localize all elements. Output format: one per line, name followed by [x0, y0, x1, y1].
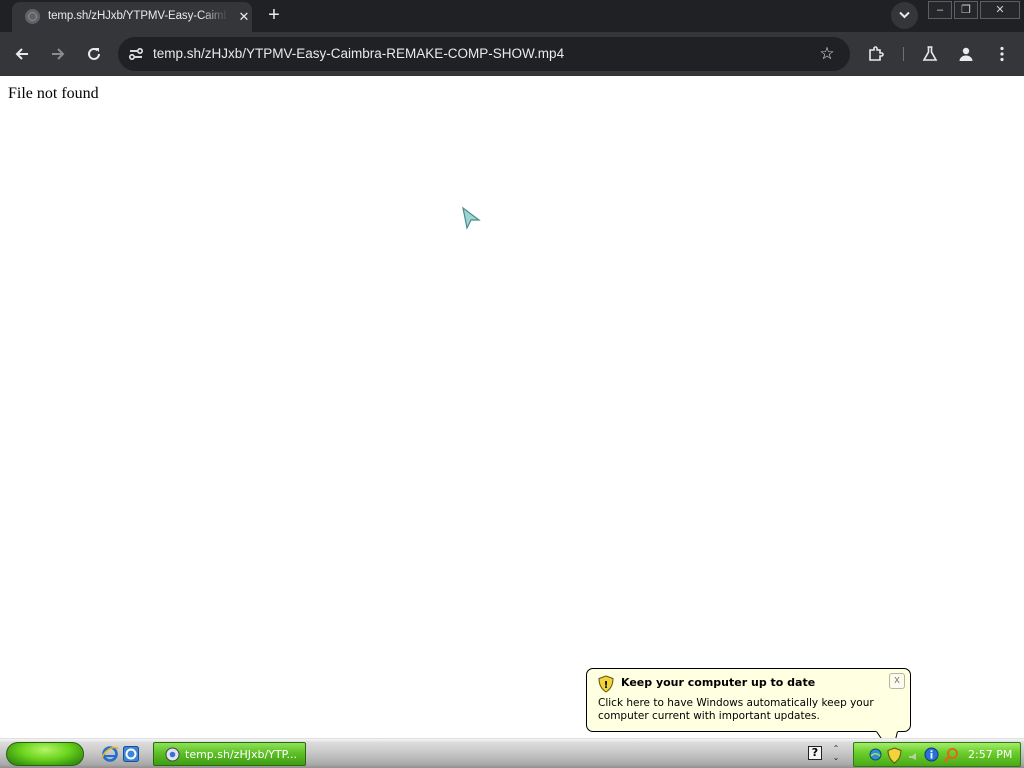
globe-icon	[25, 9, 40, 24]
clock[interactable]: 2:57 PM	[968, 748, 1012, 761]
page-content: File not found	[0, 76, 1024, 738]
extensions-button[interactable]	[862, 40, 890, 68]
reload-icon	[88, 47, 100, 60]
address-bar[interactable]: temp.sh/zHJxb/YTPMV-Easy-Caimbra-REMAKE-…	[118, 37, 850, 71]
internet-explorer-icon[interactable]	[101, 745, 119, 763]
forward-icon	[52, 48, 65, 60]
security-shield-icon[interactable]	[887, 747, 902, 764]
taskbar-window-button[interactable]: temp.sh/zHJxb/YTP...	[153, 742, 306, 766]
mouse-cursor-icon	[462, 206, 481, 230]
taskbar-window-label: temp.sh/zHJxb/YTP...	[185, 748, 298, 761]
new-tab-button[interactable]: +	[262, 3, 286, 27]
close-window-button[interactable]: ✕	[980, 1, 1020, 19]
info-icon[interactable]	[924, 747, 939, 762]
back-icon	[15, 48, 28, 60]
profile-button[interactable]	[952, 40, 980, 68]
forward-button[interactable]	[44, 40, 72, 68]
tab-search-button[interactable]	[891, 2, 918, 29]
site-info-icon[interactable]	[127, 45, 145, 63]
reload-button[interactable]	[80, 40, 108, 68]
extensions-icon	[869, 46, 884, 61]
balloon-title: Keep your computer up to date	[621, 676, 816, 689]
balloon-message[interactable]: Click here to have Windows automatically…	[598, 697, 903, 723]
labs-button[interactable]	[916, 40, 944, 68]
balloon-close-button[interactable]: x	[889, 673, 905, 689]
tab-title: temp.sh/zHJxb/YTPMV-Easy-Caimbra-REMAKE-…	[48, 10, 228, 22]
chrome-icon	[165, 747, 180, 762]
network-icon[interactable]	[868, 747, 883, 762]
tray-scroll-arrows-icon[interactable]: ⌃ ⌄	[830, 744, 842, 762]
tab-strip: temp.sh/zHJxb/YTPMV-Easy-Caimbra-REMAKE-…	[0, 0, 1024, 32]
browser-toolbar: temp.sh/zHJxb/YTPMV-Easy-Caimbra-REMAKE-…	[0, 32, 1024, 76]
taskbar: temp.sh/zHJxb/YTP... ? ⌃ ⌄ 2:57 PM	[0, 738, 1024, 768]
update-notification-balloon[interactable]: ! Keep your computer up to date x Click …	[586, 668, 911, 732]
file-not-found-message: File not found	[8, 85, 99, 102]
url-text[interactable]: temp.sh/zHJxb/YTPMV-Easy-Caimbra-REMAKE-…	[153, 46, 564, 61]
menu-button[interactable]	[988, 40, 1016, 68]
window-controls: – ❐ ✕	[928, 1, 1020, 19]
minimize-button[interactable]: –	[928, 1, 952, 19]
outlook-express-icon[interactable]	[122, 745, 140, 763]
security-shield-icon: !	[598, 675, 614, 693]
chevron-down-icon	[899, 11, 910, 19]
menu-icon	[1000, 46, 1004, 62]
tab-close-icon[interactable]: ✕	[235, 8, 253, 26]
back-button[interactable]	[8, 40, 36, 68]
profile-icon	[959, 47, 973, 61]
labs-icon	[922, 46, 938, 61]
svg-text:!: !	[604, 680, 609, 691]
star-icon[interactable]: ☆	[816, 43, 838, 65]
speaker-icon[interactable]	[908, 747, 918, 762]
help-icon[interactable]: ?	[808, 746, 822, 760]
start-button[interactable]	[6, 742, 84, 766]
system-tray: 2:57 PM	[853, 742, 1021, 767]
browser-tab[interactable]: temp.sh/zHJxb/YTPMV-Easy-Caimbra-REMAKE-…	[12, 2, 252, 32]
toolbar-divider	[903, 47, 904, 61]
search-icon[interactable]	[943, 747, 959, 763]
restore-button[interactable]: ❐	[954, 1, 978, 19]
